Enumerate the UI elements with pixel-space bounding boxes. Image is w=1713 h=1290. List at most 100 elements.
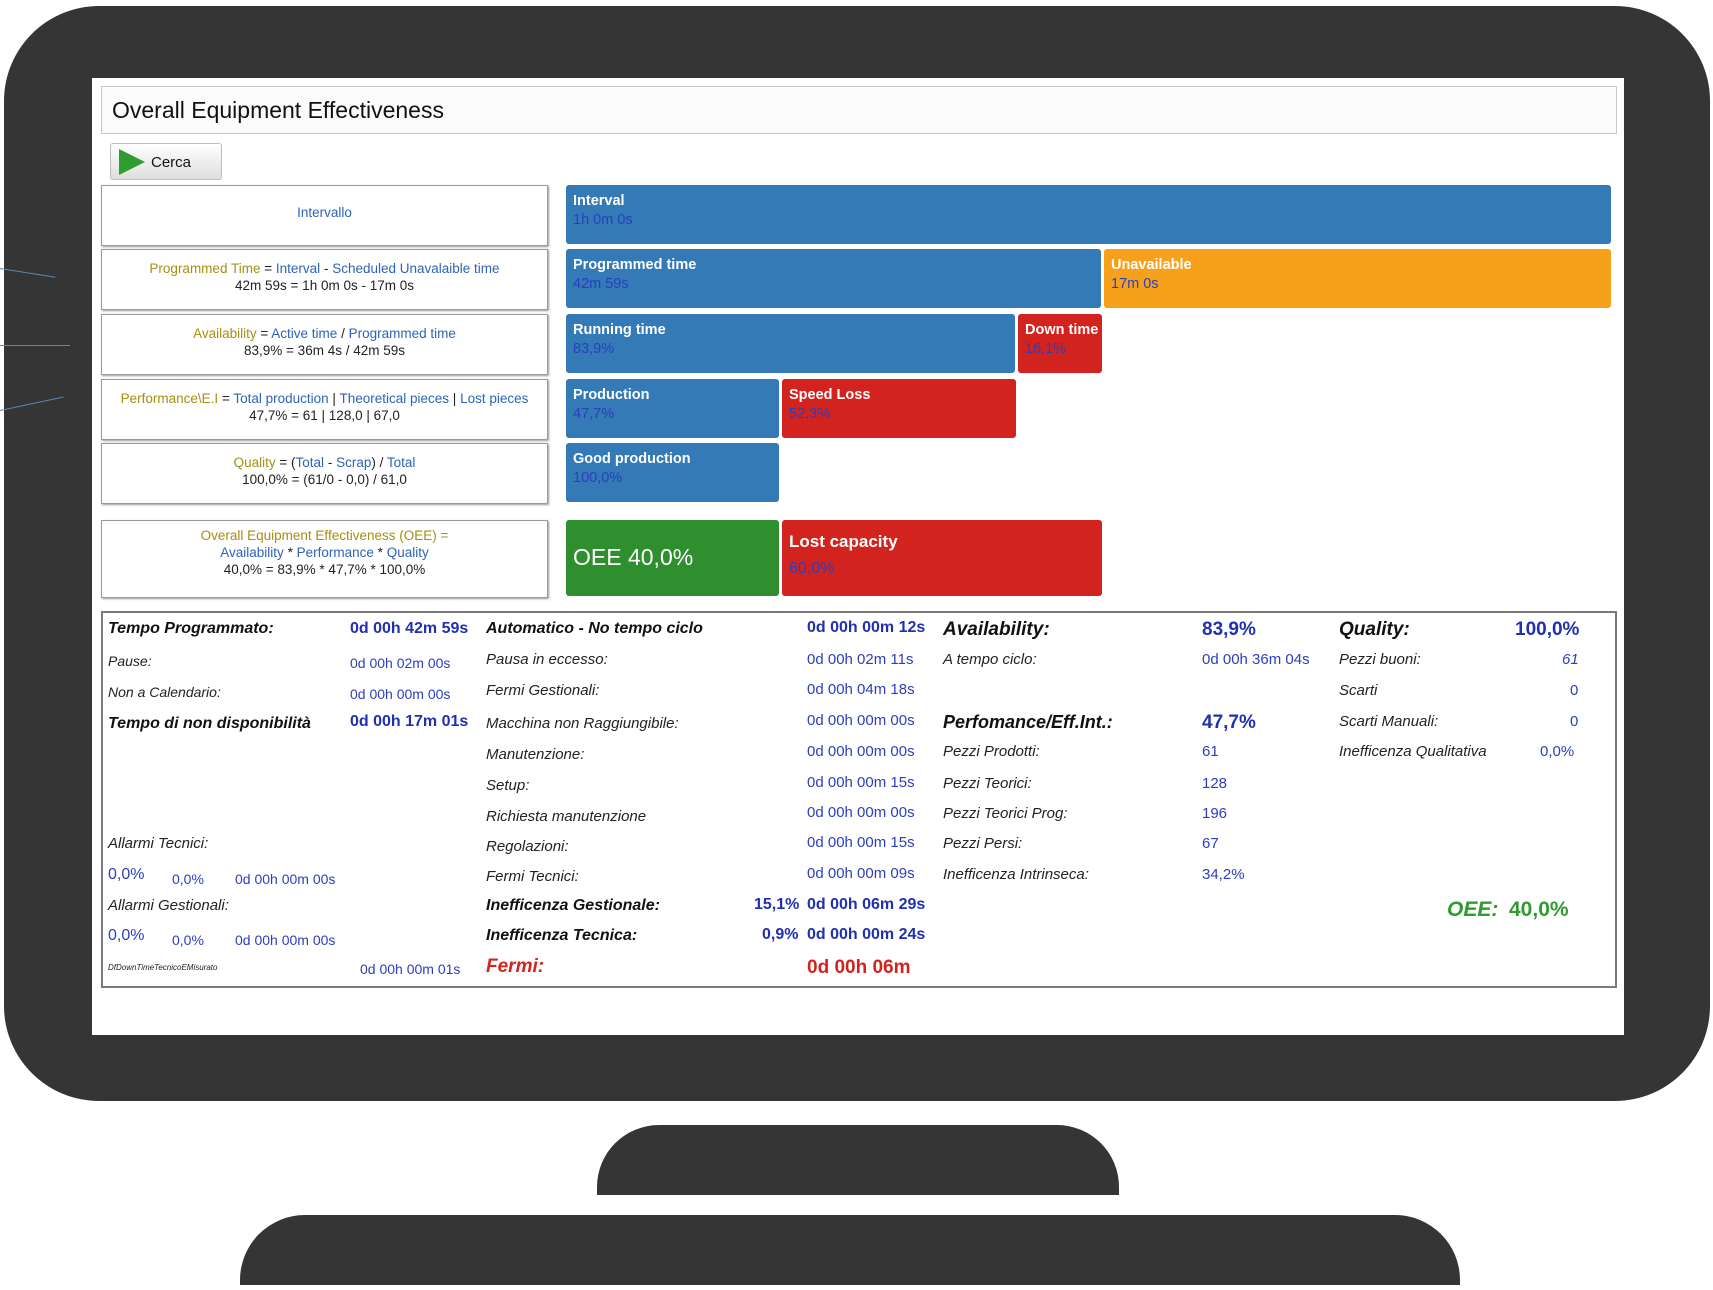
oee-summary-value: 40,0% — [1509, 898, 1569, 921]
formula-availability: Availability = Active time / Programmed … — [101, 314, 548, 375]
bar-lost-capacity: Lost capacity 60,0% — [782, 520, 1102, 596]
monitor-stand-neck — [597, 1125, 1119, 1195]
stat-value: 0d 00h 36m 04s — [1202, 651, 1310, 668]
stat-value: 0d 00h 00m 24s — [807, 926, 926, 943]
stat-label: Pezzi Teorici: — [943, 775, 1032, 792]
bar-value: 16,1% — [1025, 341, 1067, 357]
stat-label: Allarmi Gestionali: — [108, 897, 229, 914]
stat-value: 0d 00h 02m 00s — [350, 655, 451, 671]
stat-value: 0,0% — [108, 866, 145, 883]
formula-operator: - — [323, 261, 329, 276]
stat-value: 47,7% — [1202, 712, 1256, 733]
formula-operator: - — [327, 455, 333, 470]
formula-operator: = — [264, 261, 273, 276]
stat-label: Quality: — [1339, 619, 1410, 640]
monitor-stand-base — [240, 1215, 1460, 1285]
bar-title: Unavailable — [1111, 257, 1192, 273]
formula-operator: ) / — [371, 455, 384, 470]
stat-label: Availability: — [943, 619, 1050, 640]
bar-title: Lost capacity — [789, 532, 898, 551]
formula-calc: 83,9% = 36m 4s / 42m 59s — [244, 343, 405, 358]
formula-oee: Overall Equipment Effectiveness (OEE) = … — [101, 520, 548, 598]
stat-value: 0d 00h 06m 29s — [807, 896, 926, 913]
stat-value: 0d 00h 00m 12s — [807, 619, 926, 636]
stat-label: Pausa in eccesso: — [486, 651, 608, 668]
formula-calc: 47,7% = 61 | 128,0 | 67,0 — [249, 408, 400, 423]
stat-label: Pezzi Teorici Prog: — [943, 805, 1068, 822]
formula-term: Programmed Time — [149, 261, 261, 276]
bar-value: 40,0% — [627, 544, 694, 570]
stat-label: Inefficenza Gestionale: — [486, 897, 660, 914]
bar-title: OEE — [573, 544, 622, 570]
formula-term: Theoretical pieces — [339, 391, 450, 406]
stat-label: Fermi: — [486, 956, 545, 977]
stat-value: 0,0% — [1540, 743, 1575, 760]
stat-value: 0d 00h 00m 15s — [807, 834, 915, 851]
bar-value: 60,0% — [789, 560, 835, 577]
stat-value: 0d 00h 06m — [807, 957, 911, 978]
stat-label: Automatico - No tempo ciclo — [486, 620, 703, 637]
stat-value: 0d 00h 02m 11s — [807, 651, 914, 668]
bar-title: Good production — [573, 451, 691, 467]
formula-term: Scrap — [336, 455, 372, 470]
stat-value: 0d 00h 00m 00s — [235, 871, 336, 887]
formula-operator: | — [452, 391, 457, 406]
formula-term: Total production — [233, 391, 329, 406]
stat-value: 0 — [1570, 682, 1579, 699]
stat-value: 15,1% — [754, 896, 800, 913]
stat-value: 0d 00h 00m 00s — [807, 712, 915, 729]
formula-term: Total — [295, 455, 325, 470]
stat-label: Regolazioni: — [486, 838, 569, 855]
formula-term: Total — [386, 455, 416, 470]
formula-operator: * — [287, 545, 293, 560]
formula-operator: * — [377, 545, 383, 560]
stat-label: Pause: — [108, 653, 152, 669]
stat-value: 0 — [1570, 713, 1579, 730]
leader-line — [0, 345, 70, 346]
stat-label: Macchina non Raggiungibile: — [486, 715, 679, 732]
formula-term: Programmed time — [348, 326, 456, 341]
bar-value: 100,0% — [573, 470, 623, 486]
formula-term: Performance — [296, 545, 374, 560]
bar-production: Production 47,7% — [566, 379, 779, 438]
bar-title: Speed Loss — [789, 387, 871, 403]
stat-value: 67 — [1202, 835, 1219, 852]
formula-term: Quality — [233, 455, 276, 470]
page-title: Overall Equipment Effectiveness — [101, 86, 1617, 134]
stat-label: Setup: — [486, 777, 530, 794]
stat-label: A tempo ciclo: — [943, 651, 1037, 668]
stat-value: 100,0% — [1515, 619, 1580, 640]
stat-label: Manutenzione: — [486, 746, 585, 763]
formula-interval: Intervallo — [101, 185, 548, 246]
formula-term: Availability — [220, 545, 284, 560]
stat-label: Inefficenza Qualitativa — [1339, 743, 1487, 760]
stat-label: DfDownTimeTecnicoEMisurato — [108, 963, 218, 972]
bar-value: 1h 0m 0s — [573, 212, 633, 228]
bar-value: 17m 0s — [1111, 276, 1159, 292]
bar-interval: Interval 1h 0m 0s — [566, 185, 1611, 244]
stat-value: 0d 00h 00m 00s — [235, 932, 336, 948]
formula-term: Quality — [386, 545, 429, 560]
stat-value: 83,9% — [1202, 619, 1256, 640]
formula-term: Performance\E.I — [120, 391, 219, 406]
stat-value: 128 — [1202, 775, 1228, 792]
bar-programmed-time: Programmed time 42m 59s — [566, 249, 1101, 308]
stat-value: 0,0% — [172, 871, 204, 887]
bar-value: 42m 59s — [573, 276, 629, 292]
stat-value: 0,0% — [172, 932, 204, 948]
stat-label: Pezzi Prodotti: — [943, 743, 1040, 760]
stat-label: Inefficenza Tecnica: — [486, 927, 638, 944]
stat-label: Perfomance/Eff.Int.: — [943, 712, 1113, 732]
formula-term: Overall Equipment Effectiveness (OEE) = — [200, 528, 449, 543]
bar-good-production: Good production 100,0% — [566, 443, 779, 502]
formula-calc: 100,0% = (61/0 - 0,0) / 61,0 — [242, 472, 407, 487]
stat-value: 0,9% — [762, 926, 799, 943]
formula-term: Lost pieces — [460, 391, 529, 406]
stat-label: Allarmi Tecnici: — [108, 835, 209, 852]
stat-value: 0d 00h 17m 01s — [350, 713, 469, 730]
search-button[interactable]: Cerca — [110, 143, 222, 180]
bar-title: Running time — [573, 322, 666, 338]
stat-value: 0d 00h 00m 15s — [807, 774, 915, 791]
bar-value: 83,9% — [573, 341, 615, 357]
stat-label: Fermi Tecnici: — [486, 868, 579, 885]
